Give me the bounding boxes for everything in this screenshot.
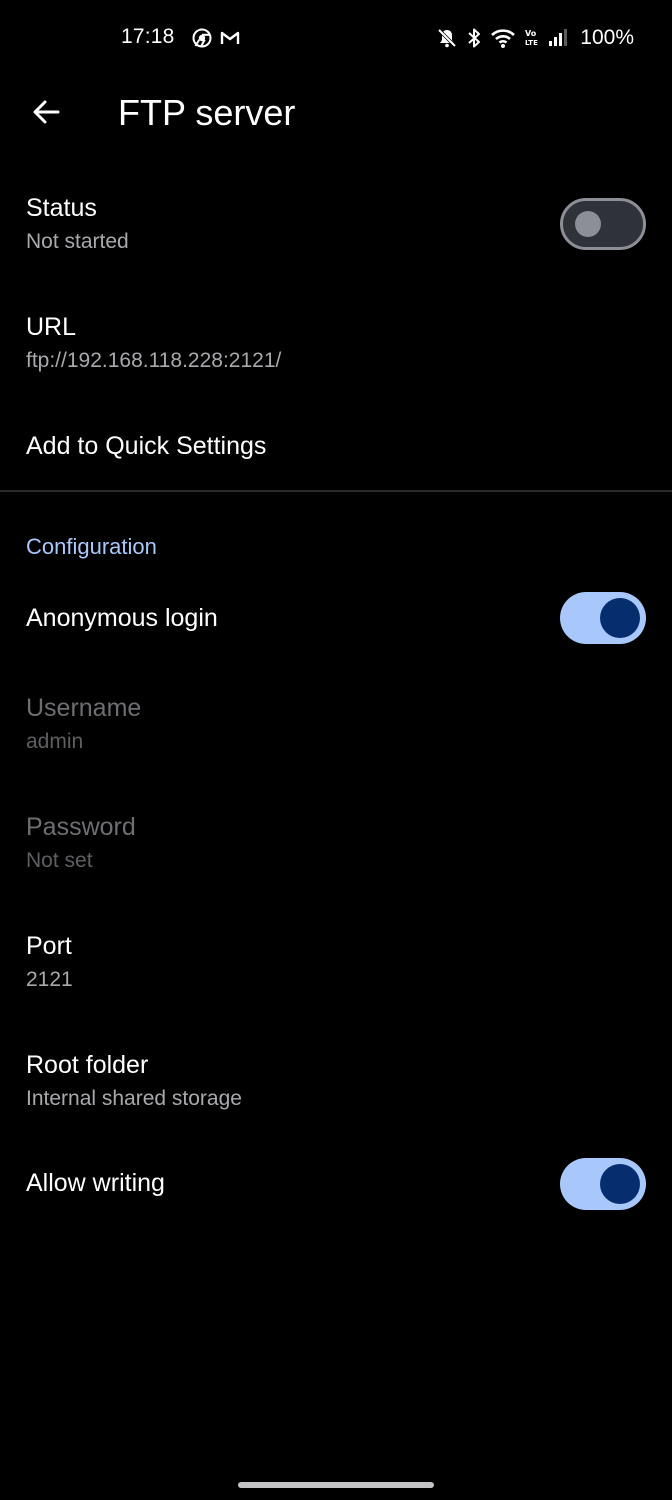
- root-folder-preference[interactable]: Root folder Internal shared storage: [0, 1037, 672, 1147]
- username-summary: admin: [26, 730, 84, 753]
- gmail-icon: [220, 28, 240, 48]
- password-preference: Password Not set: [0, 798, 672, 908]
- allow-writing-title: Allow writing: [26, 1169, 165, 1197]
- status-time: 17:18: [121, 25, 175, 48]
- url-preference[interactable]: URL ftp://192.168.118.228:2121/: [0, 300, 672, 410]
- mute-icon: [436, 27, 458, 49]
- status-icons: Vo LTE 100%: [436, 24, 634, 52]
- battery-level: 100%: [580, 26, 634, 49]
- switch-thumb: [600, 598, 640, 638]
- anonymous-login-switch[interactable]: [560, 592, 646, 644]
- root-folder-title: Root folder: [26, 1051, 149, 1079]
- username-title: Username: [26, 694, 142, 722]
- port-title: Port: [26, 932, 72, 960]
- section-divider: [0, 490, 672, 492]
- back-button[interactable]: [22, 90, 70, 138]
- page-title: FTP server: [118, 92, 296, 133]
- port-summary: 2121: [26, 968, 73, 991]
- signal-icon: [548, 27, 568, 49]
- home-indicator[interactable]: [238, 1482, 434, 1488]
- allow-writing-preference[interactable]: Allow writing: [0, 1145, 672, 1225]
- svg-text:LTE: LTE: [525, 39, 538, 47]
- switch-thumb: [600, 1164, 640, 1204]
- anonymous-login-preference[interactable]: Anonymous login: [0, 580, 672, 660]
- url-title: URL: [26, 313, 77, 341]
- password-summary: Not set: [26, 849, 93, 872]
- switch-thumb: [575, 211, 601, 237]
- password-title: Password: [26, 813, 136, 841]
- url-summary: ftp://192.168.118.228:2121/: [26, 349, 282, 372]
- svg-text:Vo: Vo: [525, 29, 537, 38]
- quick-settings-preference[interactable]: Add to Quick Settings: [0, 412, 672, 488]
- allow-writing-switch[interactable]: [560, 1158, 646, 1210]
- anonymous-login-title: Anonymous login: [26, 604, 218, 632]
- username-preference: Username admin: [0, 678, 672, 788]
- configuration-category: Configuration: [26, 534, 157, 559]
- status-summary: Not started: [26, 230, 129, 253]
- status-title: Status: [26, 194, 97, 222]
- status-switch[interactable]: [560, 198, 646, 250]
- quick-settings-title: Add to Quick Settings: [26, 432, 267, 460]
- arrow-back-icon: [31, 97, 61, 132]
- chrome-icon: [192, 28, 212, 48]
- status-bar: 17:18 Vo LTE 100%: [0, 0, 672, 76]
- bluetooth-icon: [466, 27, 482, 49]
- port-preference[interactable]: Port 2121: [0, 918, 672, 1028]
- app-bar: FTP server: [0, 76, 672, 152]
- volte-icon: Vo LTE: [524, 27, 540, 49]
- root-folder-summary: Internal shared storage: [26, 1087, 242, 1110]
- status-preference[interactable]: Status Not started: [0, 180, 672, 290]
- wifi-icon: [490, 27, 516, 49]
